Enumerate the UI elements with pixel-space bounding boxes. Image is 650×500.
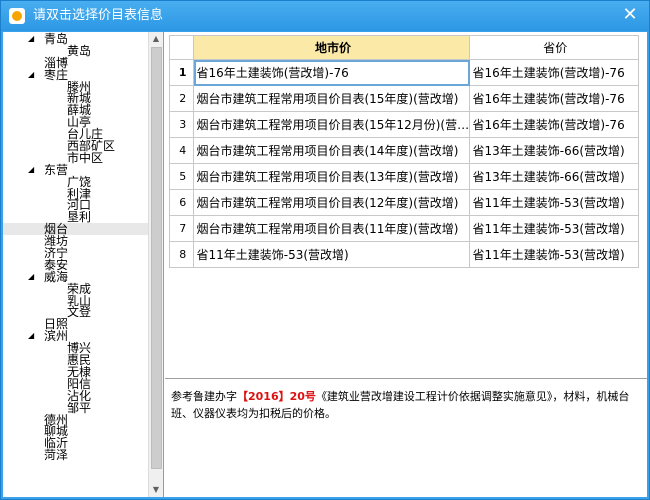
reference-note: 参考鲁建办字【2016】20号《建筑业营改增建设工程计价依据调整实施意见》，材料… bbox=[171, 388, 641, 422]
tree-item[interactable]: 邹平 bbox=[3, 402, 149, 414]
row-number: 4 bbox=[168, 137, 195, 164]
region-tree-list: ◢ 青岛 黄岛 淄博 ◢ 枣庄 滕州 新城 薛城 山亭 台儿庄 西部矿区 市中区 ◢ 东营 广饶 利津 河口 垦利烟… bbox=[3, 33, 149, 461]
expanded-arrow-icon[interactable]: ◢ bbox=[28, 272, 36, 282]
note-document-number: 【2016】20号 bbox=[237, 390, 316, 403]
tree-item[interactable]: 荣成 bbox=[3, 283, 149, 295]
cell-province-price[interactable]: 省11年土建装饰-53(营改增) bbox=[469, 189, 639, 216]
table-row[interactable]: 1 省16年土建装饰(营改增)-76 省16年土建装饰(营改增)-76 bbox=[168, 59, 639, 86]
row-number: 1 bbox=[168, 59, 195, 86]
tree-item[interactable]: 烟台 bbox=[3, 223, 149, 235]
table-header-row: 地市价 省价 bbox=[168, 35, 639, 60]
cell-city-price[interactable]: 省16年土建装饰(营改增)-76 bbox=[193, 59, 471, 86]
expanded-arrow-icon[interactable]: ◢ bbox=[28, 70, 36, 80]
column-header-province-price[interactable]: 省价 bbox=[469, 35, 639, 60]
table-row[interactable]: 2 烟台市建筑工程常用项目价目表(15年度)(营改增) 省16年土建装饰(营改增)-… bbox=[168, 85, 639, 112]
tree-item[interactable]: 日照 bbox=[3, 318, 149, 330]
tree-scrollbar[interactable]: ▲ ▼ bbox=[148, 32, 163, 497]
scroll-down-icon[interactable]: ▼ bbox=[149, 483, 163, 497]
table-row[interactable]: 4 烟台市建筑工程常用项目价目表(14年度)(营改增) 省13年土建装饰-66(营改… bbox=[168, 137, 639, 164]
tree-item[interactable]: 文登 bbox=[3, 306, 149, 318]
tree-item-label: 东营 bbox=[44, 162, 69, 177]
cell-province-price[interactable]: 省16年土建装饰(营改增)-76 bbox=[469, 85, 639, 112]
app-icon bbox=[9, 8, 25, 24]
row-number: 3 bbox=[168, 111, 195, 138]
cell-city-price[interactable]: 烟台市建筑工程常用项目价目表(11年度)(营改增) bbox=[193, 215, 471, 242]
tree-item-label: 邹平 bbox=[67, 400, 92, 415]
tree-item[interactable]: 黄岛 bbox=[3, 45, 149, 57]
tree-item-label: 市中区 bbox=[67, 150, 104, 165]
row-number: 6 bbox=[168, 189, 195, 216]
cell-city-price[interactable]: 烟台市建筑工程常用项目价目表(14年度)(营改增) bbox=[193, 137, 471, 164]
cell-province-price[interactable]: 省11年土建装饰-53(营改增) bbox=[469, 241, 639, 268]
scroll-thumb[interactable] bbox=[151, 47, 162, 469]
table-row[interactable]: 3 烟台市建筑工程常用项目价目表(15年12月份)(营… 省16年土建装饰(营改增)… bbox=[168, 111, 639, 138]
row-number: 7 bbox=[168, 215, 195, 242]
close-button[interactable]: ✕ bbox=[621, 6, 639, 24]
cell-province-price[interactable]: 省11年土建装饰-53(营改增) bbox=[469, 215, 639, 242]
tree-item-label: 威海 bbox=[44, 269, 69, 284]
tree-item[interactable]: 沾化 bbox=[3, 390, 149, 402]
tree-item-label: 垦利 bbox=[67, 210, 92, 225]
expanded-arrow-icon[interactable]: ◢ bbox=[28, 165, 36, 175]
tree-item[interactable]: ◢ 东营 bbox=[3, 164, 149, 176]
cell-city-price[interactable]: 省11年土建装饰-53(营改增) bbox=[193, 241, 471, 268]
expanded-arrow-icon[interactable]: ◢ bbox=[28, 331, 36, 341]
table-row[interactable]: 8 省11年土建装饰-53(营改增) 省11年土建装饰-53(营改增) bbox=[168, 241, 639, 268]
tree-item-label: 滨州 bbox=[44, 329, 69, 344]
tree-item-label: 广饶 bbox=[67, 174, 92, 189]
cell-city-price[interactable]: 烟台市建筑工程常用项目价目表(15年度)(营改增) bbox=[193, 85, 471, 112]
column-header-city-price[interactable]: 地市价 bbox=[193, 35, 471, 60]
dialog-window: 请双击选择价目表信息 ✕ ◢ 青岛 黄岛 淄博 ◢ 枣庄 滕州 新城 薛城 山亭 台儿庄 西部矿区 市中… bbox=[0, 0, 650, 500]
tree-item[interactable]: 聊城 bbox=[3, 425, 149, 437]
cell-province-price[interactable]: 省16年土建装饰(营改增)-76 bbox=[469, 59, 639, 86]
tree-item-label: 黄岛 bbox=[67, 43, 92, 58]
splitter[interactable] bbox=[165, 378, 647, 379]
cell-province-price[interactable]: 省16年土建装饰(营改增)-76 bbox=[469, 111, 639, 138]
tree-item[interactable]: 菏泽 bbox=[3, 449, 149, 461]
row-number: 2 bbox=[168, 85, 195, 112]
tree-item-label: 文登 bbox=[67, 305, 92, 320]
tree-item[interactable]: 阳信 bbox=[3, 378, 149, 390]
tree-item[interactable]: 临沂 bbox=[3, 437, 149, 449]
table-corner bbox=[168, 35, 195, 60]
tree-item-label: 沾化 bbox=[67, 388, 92, 403]
cell-province-price[interactable]: 省13年土建装饰-66(营改增) bbox=[469, 163, 639, 190]
price-table-grid: 地市价 省价 1 省16年土建装饰(营改增)-76 省16年土建装饰(营改增)-76… bbox=[168, 35, 639, 268]
expanded-arrow-icon[interactable]: ◢ bbox=[28, 34, 36, 44]
tree-item[interactable]: 潍坊 bbox=[3, 235, 149, 247]
cell-city-price[interactable]: 烟台市建筑工程常用项目价目表(15年12月份)(营… bbox=[193, 111, 471, 138]
tree-item[interactable]: 垦利 bbox=[3, 211, 149, 223]
tree-item[interactable]: 广饶 bbox=[3, 176, 149, 188]
price-table: 地市价 省价 1 省16年土建装饰(营改增)-76 省16年土建装饰(营改增)-76… bbox=[168, 35, 639, 268]
region-tree: ◢ 青岛 黄岛 淄博 ◢ 枣庄 滕州 新城 薛城 山亭 台儿庄 西部矿区 市中区 ◢ 东营 广饶 利津 河口 垦利烟… bbox=[3, 32, 164, 497]
table-row[interactable]: 5 烟台市建筑工程常用项目价目表(13年度)(营改增) 省13年土建装饰-66(营改… bbox=[168, 163, 639, 190]
note-prefix: 参考鲁建办字 bbox=[171, 390, 237, 403]
tree-item[interactable]: 济宁 bbox=[3, 247, 149, 259]
table-row[interactable]: 6 烟台市建筑工程常用项目价目表(12年度)(营改增) 省11年土建装饰-53(营改… bbox=[168, 189, 639, 216]
row-number: 8 bbox=[168, 241, 195, 268]
window-title: 请双击选择价目表信息 bbox=[33, 8, 164, 23]
cell-city-price[interactable]: 烟台市建筑工程常用项目价目表(12年度)(营改增) bbox=[193, 189, 471, 216]
tree-item-label: 淄博 bbox=[44, 55, 69, 70]
tree-item[interactable]: 泰安 bbox=[3, 259, 149, 271]
tree-item[interactable]: 德州 bbox=[3, 414, 149, 426]
tree-item[interactable]: ◢ 威海 bbox=[3, 271, 149, 283]
row-number: 5 bbox=[168, 163, 195, 190]
tree-item[interactable]: 淄博 bbox=[3, 57, 149, 69]
tree-item-label: 青岛 bbox=[44, 32, 69, 46]
table-body: 1 省16年土建装饰(营改增)-76 省16年土建装饰(营改增)-76 2 烟台市建筑工… bbox=[168, 59, 639, 268]
scroll-up-icon[interactable]: ▲ bbox=[149, 32, 163, 46]
dialog-content: ◢ 青岛 黄岛 淄博 ◢ 枣庄 滕州 新城 薛城 山亭 台儿庄 西部矿区 市中区 ◢ 东营 广饶 利津 河口 垦利烟… bbox=[3, 32, 647, 497]
table-row[interactable]: 7 烟台市建筑工程常用项目价目表(11年度)(营改增) 省11年土建装饰-53(营改… bbox=[168, 215, 639, 242]
title-bar[interactable]: 请双击选择价目表信息 ✕ bbox=[1, 1, 649, 31]
tree-item[interactable]: ◢ 枣庄 bbox=[3, 69, 149, 81]
tree-item-label: 枣庄 bbox=[44, 67, 69, 82]
tree-item-label: 荣成 bbox=[67, 281, 92, 296]
tree-item[interactable]: 市中区 bbox=[3, 152, 149, 164]
cell-province-price[interactable]: 省13年土建装饰-66(营改增) bbox=[469, 137, 639, 164]
tree-item-label: 菏泽 bbox=[44, 448, 69, 463]
cell-city-price[interactable]: 烟台市建筑工程常用项目价目表(13年度)(营改增) bbox=[193, 163, 471, 190]
